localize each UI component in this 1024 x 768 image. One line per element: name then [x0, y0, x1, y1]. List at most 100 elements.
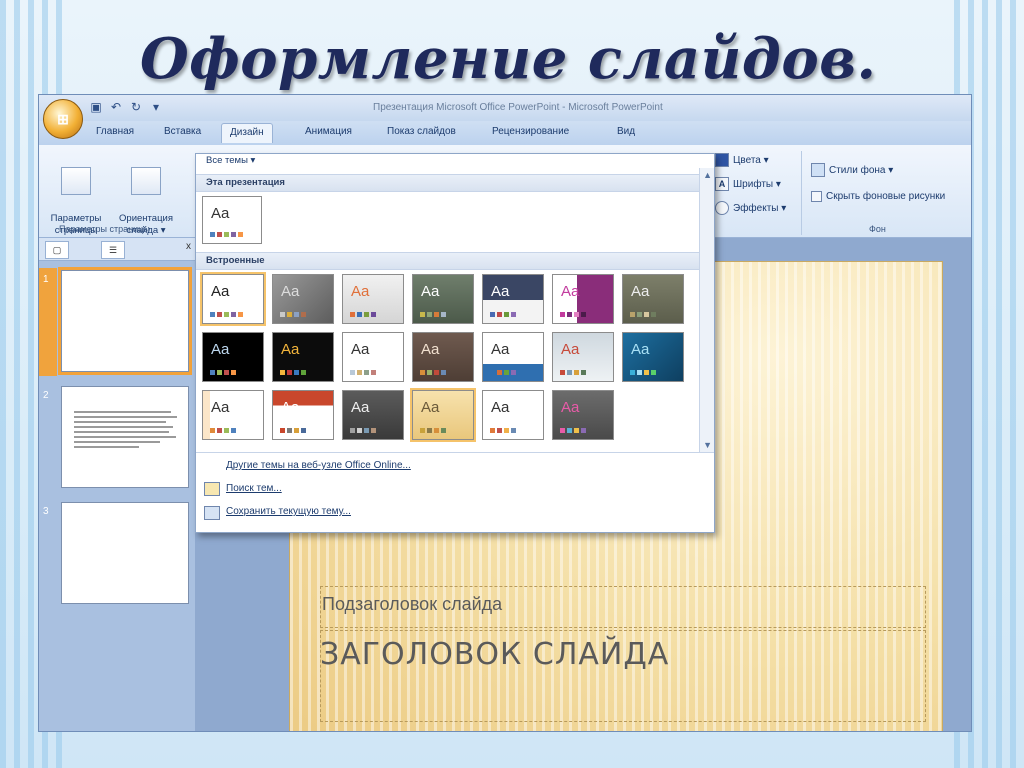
theme-14[interactable]: Aa: [622, 332, 684, 382]
theme-office[interactable]: Aa: [200, 272, 266, 326]
section-this-presentation: Эта презентация: [196, 174, 706, 192]
slide-number: 1: [43, 274, 49, 285]
theme-7[interactable]: Aa: [622, 274, 684, 324]
theme-19[interactable]: Aa: [482, 390, 544, 440]
fonts-button[interactable]: A Шрифты ▾: [715, 177, 781, 191]
theme-aa: Aa: [351, 341, 370, 358]
slide-thumbnail-3[interactable]: [61, 502, 189, 604]
tab-design[interactable]: Дизайн: [221, 123, 273, 143]
theme-6[interactable]: Aa: [552, 274, 614, 324]
quick-access-toolbar: ▣ ↶ ↻ ▾: [89, 100, 163, 114]
slide-heading: ЗАГОЛОВОК СЛАЙДА: [320, 637, 670, 672]
outline-tab[interactable]: ☰: [101, 241, 125, 259]
hide-background-checkbox[interactable]: Скрыть фоновые рисунки: [811, 191, 945, 202]
customize-qat-icon[interactable]: ▾: [149, 100, 163, 114]
theme-aa: Aa: [631, 283, 650, 300]
theme-aa: Aa: [491, 399, 510, 416]
office-button[interactable]: ⊞: [43, 99, 83, 139]
theme-aa: Aa: [421, 341, 440, 358]
slide-subtitle: Подзаголовок слайда: [322, 594, 503, 614]
theme-aa: Aa: [631, 341, 650, 358]
theme-aa: Aa: [211, 283, 230, 300]
browse-icon: [204, 482, 220, 496]
undo-icon[interactable]: ↶: [109, 100, 123, 114]
thumbnail-text-lines: [62, 387, 188, 455]
theme-5[interactable]: Aa: [482, 274, 544, 324]
theme-3[interactable]: Aa: [342, 274, 404, 324]
theme-aa: Aa: [561, 399, 580, 416]
theme-13[interactable]: Aa: [552, 332, 614, 382]
tab-animation[interactable]: Анимация: [305, 126, 352, 137]
orientation-icon: [131, 167, 161, 195]
theme-current[interactable]: Aa: [202, 196, 262, 244]
theme-10[interactable]: Aa: [342, 332, 404, 382]
all-themes-dropdown[interactable]: Все темы ▾: [196, 154, 708, 168]
theme-15[interactable]: Aa: [202, 390, 264, 440]
browse-themes-link[interactable]: Поиск тем...: [226, 483, 282, 494]
checkbox-icon: [811, 191, 822, 202]
scroll-down-icon[interactable]: ▼: [703, 440, 712, 450]
slide-thumbnail-2[interactable]: [61, 386, 189, 488]
background-styles-button[interactable]: Стили фона ▾: [811, 163, 893, 177]
theme-11[interactable]: Aa: [412, 332, 474, 382]
theme-aa: Aa: [421, 283, 440, 300]
colors-button[interactable]: Цвета ▾: [715, 153, 769, 167]
theme-16[interactable]: Aa: [272, 390, 334, 440]
themes-gallery: Все темы ▾ Эта презентация Aa Встроенные…: [195, 153, 715, 533]
effects-button[interactable]: Эффекты ▾: [715, 201, 786, 215]
panel-tabs: ▢ ☰ x: [39, 238, 195, 261]
tab-slideshow[interactable]: Показ слайдов: [387, 126, 456, 137]
window-title: Презентация Microsoft Office PowerPoint …: [373, 102, 663, 113]
theme-aa: Aa: [491, 283, 510, 300]
theme-aa: Aa: [211, 341, 230, 358]
effects-icon: [715, 201, 729, 215]
theme-12[interactable]: Aa: [482, 332, 544, 382]
tab-view[interactable]: Вид: [617, 126, 635, 137]
save-theme-icon: [204, 506, 220, 520]
redo-icon[interactable]: ↻: [129, 100, 143, 114]
theme-17[interactable]: Aa: [342, 390, 404, 440]
theme-8[interactable]: Aa: [202, 332, 264, 382]
theme-aa: Aa: [561, 283, 580, 300]
more-themes-online-link[interactable]: Другие темы на веб-узле Office Online...: [226, 460, 411, 471]
tab-review[interactable]: Рецензирование: [492, 126, 569, 137]
theme-20[interactable]: Aa: [552, 390, 614, 440]
section-builtin: Встроенные: [196, 252, 706, 270]
theme-aa: Aa: [211, 205, 230, 222]
theme-aa: Aa: [281, 399, 300, 416]
theme-aa: Aa: [491, 341, 510, 358]
page-title: Оформление слайдов.: [140, 26, 877, 92]
background-styles-icon: [811, 163, 825, 177]
group-label-background: Фон: [869, 224, 886, 234]
ribbon-tabs: Главная Вставка Дизайн Анимация Показ сл…: [39, 121, 971, 145]
powerpoint-window: ▣ ↶ ↻ ▾ Презентация Microsoft Office Pow…: [38, 94, 972, 732]
title-bar: ▣ ↶ ↻ ▾ Презентация Microsoft Office Pow…: [39, 95, 971, 121]
theme-aa: Aa: [281, 341, 300, 358]
theme-18[interactable]: Aa: [410, 388, 476, 442]
theme-aa: Aa: [211, 399, 230, 416]
slide-thumbnail-1[interactable]: [58, 267, 192, 375]
gallery-divider: [196, 452, 714, 453]
slides-tab[interactable]: ▢: [45, 241, 69, 259]
colors-icon: [715, 153, 729, 167]
scroll-up-icon[interactable]: ▲: [703, 170, 712, 180]
tab-insert[interactable]: Вставка: [164, 126, 201, 137]
theme-aa: Aa: [351, 399, 370, 416]
page-setup-icon: [61, 167, 91, 195]
tab-home[interactable]: Главная: [96, 126, 134, 137]
theme-4[interactable]: Aa: [412, 274, 474, 324]
ribbon-separator: [801, 151, 802, 235]
theme-9[interactable]: Aa: [272, 332, 334, 382]
theme-aa: Aa: [281, 283, 300, 300]
theme-aa: Aa: [351, 283, 370, 300]
theme-2[interactable]: Aa: [272, 274, 334, 324]
fonts-icon: A: [715, 177, 729, 191]
close-icon[interactable]: x: [186, 241, 191, 252]
slides-panel: ▢ ☰ x 1 2 3: [39, 238, 195, 731]
group-label-page-setup: Параметры страницы: [59, 224, 150, 234]
gallery-scrollbar[interactable]: ▲ ▼: [699, 168, 714, 452]
slide-number: 2: [43, 390, 49, 401]
theme-aa: Aa: [561, 341, 580, 358]
save-icon[interactable]: ▣: [89, 100, 103, 114]
save-theme-link[interactable]: Сохранить текущую тему...: [226, 506, 351, 517]
